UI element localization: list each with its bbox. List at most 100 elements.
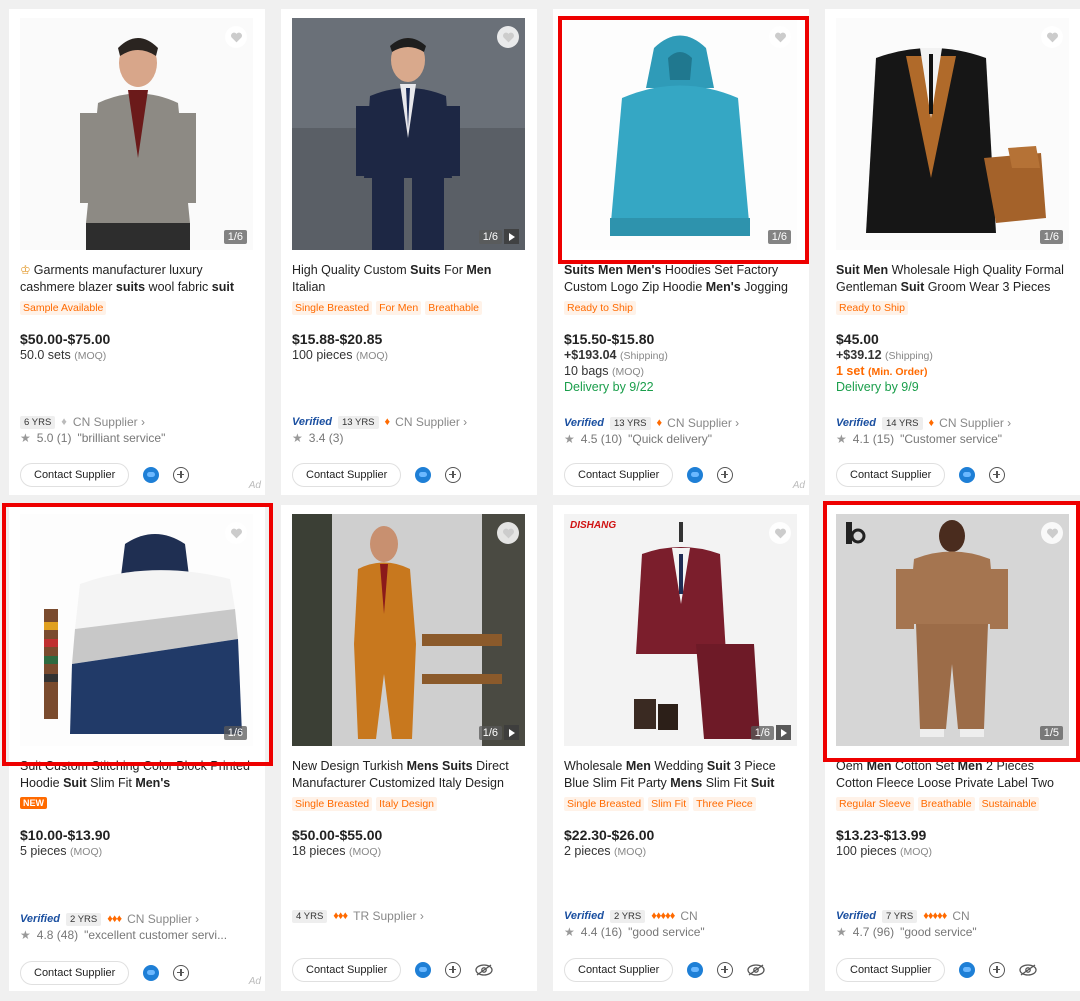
product-image[interactable]: DISHANG 1/6 xyxy=(564,514,797,746)
product-card[interactable]: 1/6 Suit Custom Stitching Color Block Pr… xyxy=(9,505,265,991)
product-card[interactable]: 1/6 Suits Men Men's Hoodies Set Factory … xyxy=(553,9,809,495)
supplier-info[interactable]: Verified 2 YRS ♦♦♦♦♦ CN xyxy=(564,909,698,923)
delivery-date: Delivery by 9/22 xyxy=(564,380,654,394)
supplier-info[interactable]: 4 YRS ♦♦♦ TR Supplier › xyxy=(292,909,424,923)
supplier-info[interactable]: Verified 2 YRS ♦♦♦ CN Supplier › xyxy=(20,912,199,926)
rating-row: ★ 4.7 (96) "good service" xyxy=(836,925,977,939)
moq-label: (MOQ) xyxy=(614,846,647,858)
product-card[interactable]: 1/6 ♔ Garments manufacturer luxury cashme… xyxy=(9,9,265,495)
title-seg-bold: suits xyxy=(115,279,146,294)
add-compare-icon[interactable] xyxy=(173,467,190,483)
product-image[interactable]: 1/6 xyxy=(836,18,1069,250)
play-video-icon[interactable] xyxy=(776,725,791,740)
crown-icon: ♔ xyxy=(20,263,31,277)
product-title[interactable]: New Design Turkish Mens Suits Direct Man… xyxy=(292,758,528,792)
moq-qty: 50.0 sets xyxy=(20,348,71,362)
supplier-info[interactable]: Verified 14 YRS ♦ CN Supplier › xyxy=(836,416,1011,430)
favorite-heart-icon[interactable] xyxy=(1041,522,1063,544)
hide-eye-icon[interactable] xyxy=(747,964,765,976)
add-compare-icon[interactable] xyxy=(717,467,734,483)
title-seg: Wholesale xyxy=(564,759,626,773)
contact-supplier-button[interactable]: Contact Supplier xyxy=(292,958,402,982)
product-card[interactable]: 1/6 High Quality Custom Suits For Men It… xyxy=(281,9,537,495)
product-price: $10.00-$13.90 xyxy=(20,827,111,843)
product-price: $50.00-$75.00 xyxy=(20,331,111,347)
product-title[interactable]: Oem Men Cotton Set Men 2 Pieces Cotton F… xyxy=(836,758,1072,792)
product-image[interactable]: 1/6 xyxy=(292,18,525,250)
chat-icon[interactable] xyxy=(959,962,976,978)
years-badge: 6 YRS xyxy=(20,415,56,429)
product-tag: Sustainable xyxy=(978,797,1040,811)
product-image[interactable]: 1/6 xyxy=(564,18,797,250)
product-title[interactable]: ♔ Garments manufacturer luxury cashmere b… xyxy=(20,262,256,296)
supplier-info[interactable]: 6 YRS ♦ CN Supplier › xyxy=(20,415,145,429)
product-image[interactable]: 1/6 xyxy=(20,18,253,250)
add-compare-icon[interactable] xyxy=(989,467,1006,483)
chat-icon[interactable] xyxy=(959,467,976,483)
add-compare-icon[interactable] xyxy=(445,467,462,483)
brand-logo: DISHANG xyxy=(570,520,617,531)
contact-supplier-button[interactable]: Contact Supplier xyxy=(564,463,674,487)
review-snippet: "good service" xyxy=(900,925,977,939)
contact-supplier-button[interactable]: Contact Supplier xyxy=(836,463,946,487)
chat-icon[interactable] xyxy=(687,467,704,483)
hide-eye-icon[interactable] xyxy=(475,964,493,976)
favorite-heart-icon[interactable] xyxy=(497,522,519,544)
contact-supplier-button[interactable]: Contact Supplier xyxy=(836,958,946,982)
product-title[interactable]: Suit Custom Stitching Color Block Printe… xyxy=(20,758,256,792)
product-image[interactable]: 1/5 xyxy=(836,514,1069,746)
favorite-heart-icon[interactable] xyxy=(1041,26,1063,48)
review-snippet: "brilliant service" xyxy=(77,431,166,445)
product-tag: Slim Fit xyxy=(648,797,690,811)
rating-row: ★ 4.1 (15) "Customer service" xyxy=(836,432,1002,446)
contact-supplier-button[interactable]: Contact Supplier xyxy=(20,463,130,487)
product-title[interactable]: Wholesale Men Wedding Suit 3 Piece Blue … xyxy=(564,758,800,792)
shipping-cost: +$193.04 xyxy=(564,348,617,362)
supplier-info[interactable]: Verified 13 YRS ♦ CN Supplier › xyxy=(292,415,467,429)
product-title[interactable]: Suit Men Wholesale High Quality Formal G… xyxy=(836,262,1072,296)
product-title[interactable]: High Quality Custom Suits For Men Italia… xyxy=(292,262,528,296)
image-counter: 1/6 xyxy=(767,230,791,244)
supplier-info[interactable]: Verified 13 YRS ♦ CN Supplier › xyxy=(564,416,739,430)
chat-icon[interactable] xyxy=(687,962,704,978)
product-card[interactable]: DISHANG 1/6 Wholesale Men Wedding Suit 3… xyxy=(553,505,809,991)
moq-line: 10 bags (MOQ) xyxy=(564,364,644,378)
add-compare-icon[interactable] xyxy=(717,962,734,978)
diamond-icon: ♦♦♦ xyxy=(333,910,348,922)
image-counter: 1/6 xyxy=(1039,230,1063,244)
years-badge: 14 YRS xyxy=(881,416,923,430)
title-seg: Wedding xyxy=(650,759,707,773)
add-compare-icon[interactable] xyxy=(173,965,190,981)
years-badge: 2 YRS xyxy=(65,912,102,926)
supplier-info[interactable]: Verified 7 YRS ♦♦♦♦♦ CN xyxy=(836,909,970,923)
favorite-heart-icon[interactable] xyxy=(225,522,247,544)
chat-icon[interactable] xyxy=(143,965,160,981)
favorite-heart-icon[interactable] xyxy=(225,26,247,48)
favorite-heart-icon[interactable] xyxy=(497,26,519,48)
contact-supplier-button[interactable]: Contact Supplier xyxy=(564,958,674,982)
product-card[interactable]: 1/6 Suit Men Wholesale High Quality Form… xyxy=(825,9,1080,495)
product-title[interactable]: Suits Men Men's Hoodies Set Factory Cust… xyxy=(564,262,800,296)
product-card[interactable]: 1/5 Oem Men Cotton Set Men 2 Pieces Cott… xyxy=(825,505,1080,991)
add-compare-icon[interactable] xyxy=(989,962,1006,978)
chat-icon[interactable] xyxy=(415,962,432,978)
play-video-icon[interactable] xyxy=(504,229,519,244)
product-tag: For Men xyxy=(376,301,422,315)
contact-supplier-button[interactable]: Contact Supplier xyxy=(20,961,130,985)
product-image[interactable]: 1/6 xyxy=(20,514,253,746)
product-image[interactable]: 1/6 xyxy=(292,514,525,746)
review-snippet: "Quick delivery" xyxy=(628,432,713,446)
product-card[interactable]: 1/6 New Design Turkish Mens Suits Direct… xyxy=(281,505,537,991)
image-counter: 1/5 xyxy=(1039,726,1063,740)
chat-icon[interactable] xyxy=(143,467,160,483)
chat-icon[interactable] xyxy=(415,467,432,483)
favorite-heart-icon[interactable] xyxy=(769,522,791,544)
product-tag: Sample Available xyxy=(20,301,107,315)
blue-hoodie-photo xyxy=(564,18,797,250)
favorite-heart-icon[interactable] xyxy=(769,26,791,48)
play-video-icon[interactable] xyxy=(504,725,519,740)
contact-supplier-button[interactable]: Contact Supplier xyxy=(292,463,402,487)
add-compare-icon[interactable] xyxy=(445,962,462,978)
title-seg-bold: Suit Men xyxy=(836,263,889,277)
hide-eye-icon[interactable] xyxy=(1019,964,1037,976)
